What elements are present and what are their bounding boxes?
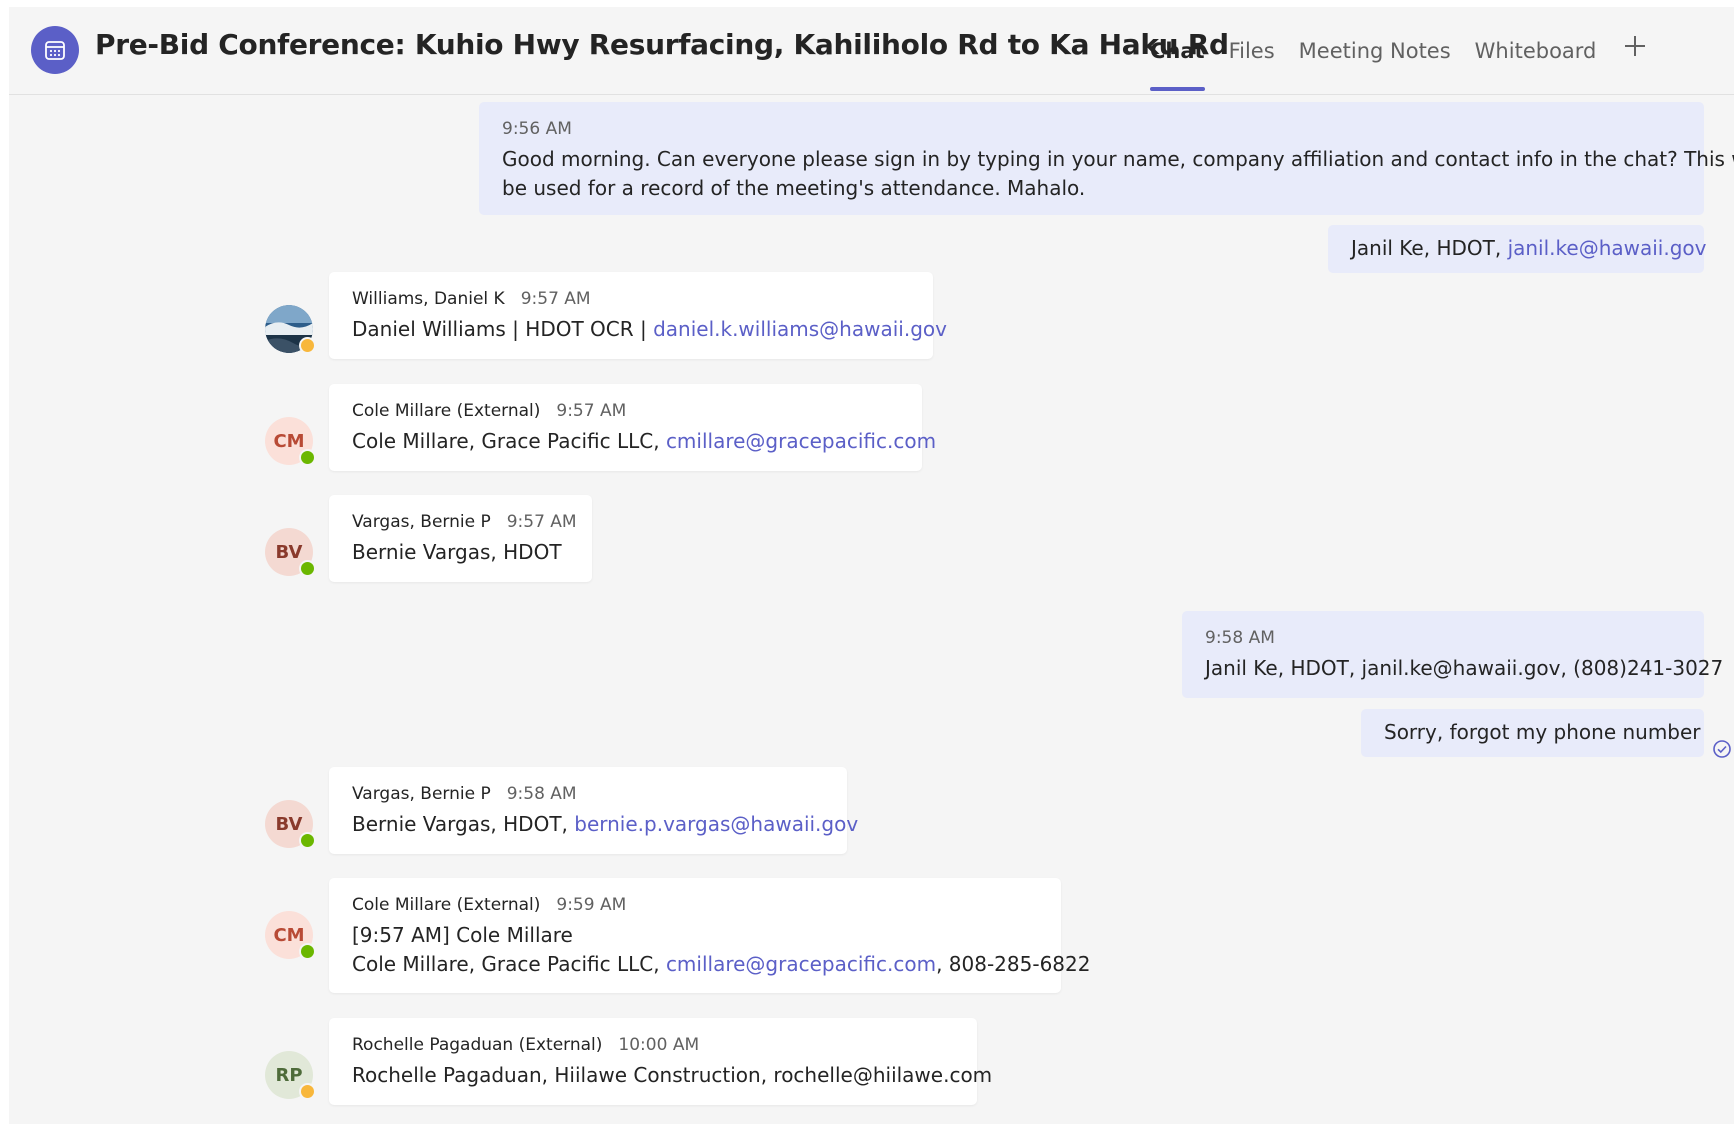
status-available-icon [299,832,316,849]
message-meta: Rochelle Pagaduan (External) 10:00 AM [352,1034,954,1056]
message-text: Bernie Vargas, HDOT [352,540,562,564]
chat-message[interactable]: Vargas, Bernie P 9:57 AM Bernie Vargas, H… [329,495,592,582]
message-text: , 808-285-6822 [936,952,1091,976]
message-text: Janil Ke, HDOT, [1351,236,1508,260]
avatar[interactable]: CM [265,911,316,960]
status-available-icon [299,943,316,960]
teams-meeting-chat-window: Pre-Bid Conference: Kuhio Hwy Resurfacin… [9,7,1734,1124]
message-body: Daniel Williams | HDOT OCR | daniel.k.wi… [352,315,947,344]
message-timestamp: 9:58 AM [506,784,577,804]
status-away-icon [299,337,316,354]
avatar[interactable]: BV [265,528,316,577]
tab-whiteboard[interactable]: Whiteboard [1475,7,1597,95]
meeting-title: Pre-Bid Conference: Kuhio Hwy Resurfacin… [95,28,1229,61]
tab-bar: Chat Files Meeting Notes Whiteboard [1150,7,1652,95]
message-text: Cole Millare, Grace Pacific LLC, [352,429,666,453]
avatar-initials: CM [273,430,305,452]
message-meta: Vargas, Bernie P 9:57 AM [352,511,577,533]
message-text: Cole Millare, Grace Pacific LLC, [352,952,666,976]
sender-name[interactable]: Cole Millare (External) [352,401,540,421]
status-available-icon [299,449,316,466]
plus-icon [1625,36,1646,56]
chat-message[interactable]: Rochelle Pagaduan (External) 10:00 AM Roc… [329,1018,993,1105]
message-timestamp: 9:56 AM [502,119,572,139]
message-body: Cole Millare, Grace Pacific LLC, cmillar… [352,427,936,456]
sender-name[interactable]: Vargas, Bernie P [352,512,491,532]
chat-message[interactable]: Williams, Daniel K 9:57 AM Daniel William… [329,272,947,359]
email-link[interactable]: bernie.p.vargas@hawaii.gov [574,812,858,836]
calendar-icon [31,26,79,74]
message-timestamp: 9:59 AM [556,895,627,915]
message-text: Janil Ke, HDOT, janil.ke@hawaii.gov, (80… [1205,656,1724,680]
message-meta: Vargas, Bernie P 9:58 AM [352,783,824,805]
my-message[interactable]: Sorry, forgot my phone number [1361,709,1704,757]
avatar-initials: RP [275,1064,303,1086]
message-meta: Cole Millare (External) 9:59 AM [352,894,1038,916]
email-link[interactable]: cmillare@gracepacific.com [666,952,936,976]
status-available-icon [299,560,316,577]
email-link[interactable]: janil.ke@hawaii.gov [1508,236,1707,260]
message-body: Bernie Vargas, HDOT, bernie.p.vargas@haw… [352,810,858,839]
message-timestamp: 10:00 AM [618,1035,700,1055]
tab-meeting-notes[interactable]: Meeting Notes [1299,7,1451,95]
message-timestamp: 9:58 AM [1205,628,1275,648]
sender-name[interactable]: Williams, Daniel K [352,289,505,309]
chat-message[interactable]: Vargas, Bernie P 9:58 AM Bernie Vargas, H… [329,767,858,854]
status-away-icon [299,1083,316,1100]
chat-message[interactable]: Cole Millare (External) 9:59 AM [9:57 AM]… [329,878,1090,993]
my-message[interactable]: 9:58 AM Janil Ke, HDOT, janil.ke@hawaii.… [1182,611,1724,698]
chat-message[interactable]: Cole Millare (External) 9:57 AM Cole Mill… [329,384,936,471]
message-timestamp: 9:57 AM [520,289,591,309]
avatar-initials: BV [275,813,303,835]
message-meta: Williams, Daniel K 9:57 AM [352,288,910,310]
message-body: Cole Millare, Grace Pacific LLC, cmillar… [352,950,1090,979]
message-text: be used for a record of the meeting's at… [502,176,1086,200]
message-timestamp: 9:57 AM [506,512,577,532]
my-message[interactable]: Janil Ke, HDOT, janil.ke@hawaii.gov [1328,225,1707,273]
avatar[interactable]: BV [265,800,316,849]
avatar[interactable]: RP [265,1051,316,1100]
my-message[interactable]: 9:56 AM Good morning. Can everyone pleas… [479,102,1734,215]
tab-files[interactable]: Files [1229,7,1275,95]
avatar-initials: BV [275,541,303,563]
email-link[interactable]: daniel.k.williams@hawaii.gov [653,317,947,341]
message-timestamp: 9:57 AM [556,401,627,421]
message-text: Sorry, forgot my phone number [1384,720,1701,744]
avatar[interactable] [265,305,316,354]
message-text: Bernie Vargas, HDOT, [352,812,575,836]
sender-name[interactable]: Cole Millare (External) [352,895,540,915]
meeting-header: Pre-Bid Conference: Kuhio Hwy Resurfacin… [9,7,1734,95]
message-text: Rochelle Pagaduan, Hiilawe Construction,… [352,1063,993,1087]
sender-name[interactable]: Vargas, Bernie P [352,784,491,804]
email-link[interactable]: cmillare@gracepacific.com [666,429,936,453]
quoted-reference[interactable]: [9:57 AM] Cole Millare [352,921,1038,950]
read-receipt-icon [1713,740,1731,758]
message-meta: Cole Millare (External) 9:57 AM [352,400,899,422]
avatar-initials: CM [273,924,305,946]
sender-name[interactable]: Rochelle Pagaduan (External) [352,1035,602,1055]
avatar[interactable]: CM [265,417,316,466]
message-text: Good morning. Can everyone please sign i… [502,147,1734,171]
add-tab-button[interactable] [1620,7,1652,95]
chat-message-list[interactable]: 9:56 AM Good morning. Can everyone pleas… [9,95,1734,1124]
tab-chat[interactable]: Chat [1150,7,1205,95]
message-text: Daniel Williams | HDOT OCR | [352,317,654,341]
